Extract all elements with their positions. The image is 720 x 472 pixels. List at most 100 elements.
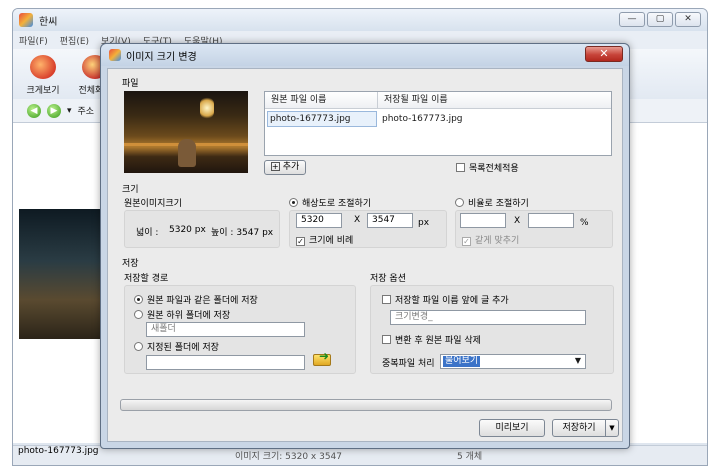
save-dropdown-button[interactable]: ▼ (605, 419, 619, 437)
back-arrow-icon[interactable]: ◀ (27, 103, 41, 118)
preview-button[interactable]: 미리보기 (479, 419, 545, 437)
maximize-button[interactable]: ▢ (647, 12, 673, 27)
window-controls: — ▢ ✕ (619, 12, 701, 27)
specified-folder-radio[interactable]: 지정된 폴더에 저장 (134, 340, 219, 353)
main-window-title: 한씨 (39, 16, 58, 28)
by-resolution-label: 해상도로 조절하기 (302, 199, 372, 209)
image-preview (124, 91, 248, 173)
keep-ratio-check-box[interactable]: ✓ (296, 237, 305, 246)
cat-shape (178, 139, 196, 167)
add-file-label: 추가 (282, 162, 300, 172)
duplicate-label: 중복파일 처리 (382, 359, 435, 369)
apply-all-check-box[interactable] (456, 163, 465, 172)
progress-bar (120, 399, 612, 411)
subfolder-radio-dot[interactable] (134, 310, 143, 319)
same-folder-radio-dot[interactable] (134, 295, 143, 304)
app-logo-icon (19, 13, 33, 27)
delete-original-check-box[interactable] (382, 335, 391, 344)
ratio-times-label: X (514, 216, 521, 226)
save-section-title: 저장 (122, 259, 139, 269)
keep-ratio-label: 크기에 비례 (309, 236, 354, 246)
original-size-title: 원본이미지크기 (124, 199, 182, 209)
plus-icon: + (270, 162, 280, 171)
by-ratio-radio-dot[interactable] (455, 198, 464, 207)
original-size-panel: 넓이 : 5320 px 높이 : 3547 px (124, 210, 280, 248)
file-list-table[interactable]: 원본 파일 이름 저장될 파일 이름 photo-167773.jpg phot… (264, 91, 612, 156)
same-ratio-label: 같게 맞추기 (475, 236, 520, 246)
prefix-label: 저장할 파일 이름 앞에 글 추가 (395, 296, 509, 306)
ratio-height-input[interactable] (528, 213, 574, 228)
history-dropdown-icon[interactable]: ▾ (67, 106, 72, 116)
column-original-name[interactable]: 원본 파일 이름 (265, 92, 378, 108)
menu-edit[interactable]: 편집(E) (60, 34, 89, 47)
percent-unit-label: % (580, 218, 589, 228)
same-folder-radio[interactable]: 원본 파일과 같은 폴더에 저장 (134, 293, 258, 306)
save-button[interactable]: 저장하기 (552, 419, 606, 437)
object-count-status: 5 개체 (457, 452, 483, 462)
chevron-down-icon: ▼ (574, 356, 581, 365)
dialog-close-button[interactable]: ✕ (585, 46, 623, 62)
zoom-view-label: 크게보기 (26, 86, 60, 96)
green-arrow-icon: ➜ (319, 349, 330, 363)
apply-all-checkbox[interactable]: 목록전체적용 (456, 161, 519, 174)
magnify-character-icon (30, 55, 56, 79)
save-path-title: 저장할 경로 (124, 274, 169, 284)
px-unit-label: px (418, 218, 430, 228)
delete-original-label: 변환 후 원본 파일 삭제 (395, 336, 481, 346)
subfolder-label: 원본 하위 폴더에 저장 (147, 311, 231, 321)
specified-folder-label: 지정된 폴더에 저장 (147, 343, 219, 353)
by-ratio-label: 비율로 조절하기 (468, 199, 529, 209)
specified-folder-radio-dot[interactable] (134, 342, 143, 351)
target-filename-cell: photo-167773.jpg (382, 114, 463, 124)
keep-ratio-checkbox[interactable]: ✓ 크기에 비례 (296, 233, 353, 246)
same-folder-label: 원본 파일과 같은 폴더에 저장 (147, 296, 258, 306)
save-options-title: 저장 옵션 (370, 274, 406, 284)
dialog-title: 이미지 크기 변경 (126, 51, 197, 63)
light-bulb-shape (200, 97, 214, 119)
file-list-header: 원본 파일 이름 저장될 파일 이름 (265, 92, 611, 109)
add-file-button[interactable]: + 추가 (264, 160, 306, 175)
width-label: 넓이 : (136, 228, 159, 238)
dialog-title-bar: 이미지 크기 변경 (101, 44, 629, 66)
same-ratio-check-box[interactable]: ✓ (462, 237, 471, 246)
image-size-status: 이미지 크기: 5320 x 3547 (235, 452, 343, 462)
by-resolution-radio-dot[interactable] (289, 198, 298, 207)
duplicate-selected-value: 물어보기 (443, 356, 481, 367)
file-section-title: 파일 (122, 79, 139, 89)
same-ratio-checkbox[interactable]: ✓ 같게 맞추기 (462, 233, 519, 246)
delete-original-checkbox[interactable]: 변환 후 원본 파일 삭제 (382, 333, 481, 346)
ratio-width-input[interactable] (460, 213, 506, 228)
size-section-title: 크기 (122, 185, 139, 195)
zoom-view-button[interactable]: 크게보기 (21, 55, 65, 96)
height-label: 높이 : 3547 px (211, 228, 274, 238)
by-resolution-radio[interactable]: 해상도로 조절하기 (289, 196, 371, 209)
prefix-input[interactable]: 크기변경_ (390, 310, 586, 325)
prefix-checkbox[interactable]: 저장할 파일 이름 앞에 글 추가 (382, 293, 509, 306)
thumbnail-preview[interactable] (19, 209, 105, 339)
menu-file[interactable]: 파일(F) (19, 34, 48, 47)
prefix-check-box[interactable] (382, 295, 391, 304)
duplicate-handling-select[interactable]: 물어보기 ▼ (440, 354, 586, 369)
specified-folder-input[interactable] (146, 355, 305, 370)
subfolder-input[interactable]: 새폴더 (146, 322, 305, 337)
resize-dialog: 이미지 크기 변경 ✕ 파일 원본 파일 이름 저장될 파일 이름 photo-… (100, 43, 630, 449)
file-list-row[interactable]: photo-167773.jpg photo-167773.jpg (265, 111, 611, 127)
subfolder-radio[interactable]: 원본 하위 폴더에 저장 (134, 308, 230, 321)
times-label: X (354, 215, 361, 225)
browse-folder-button[interactable]: ➜ (312, 349, 334, 367)
minimize-button[interactable]: — (619, 12, 645, 27)
main-title-bar: 한씨 — ▢ ✕ (13, 9, 707, 31)
app-logo-icon (109, 49, 121, 61)
forward-arrow-icon[interactable]: ▶ (47, 103, 61, 118)
resolution-height-input[interactable]: 3547 (367, 213, 413, 228)
by-ratio-radio[interactable]: 비율로 조절하기 (455, 196, 529, 209)
dialog-body: 파일 원본 파일 이름 저장될 파일 이름 photo-167773.jpg p… (107, 68, 623, 442)
width-value: 5320 px (169, 225, 206, 235)
address-label: 주소 (77, 107, 95, 117)
apply-all-label: 목록전체적용 (469, 164, 519, 174)
close-window-button[interactable]: ✕ (675, 12, 701, 27)
thumbnail-filename: photo-167773.jpg (18, 446, 99, 456)
original-filename-cell: photo-167773.jpg (267, 111, 377, 127)
resolution-width-input[interactable]: 5320 (296, 213, 342, 228)
column-target-name[interactable]: 저장될 파일 이름 (378, 92, 448, 108)
